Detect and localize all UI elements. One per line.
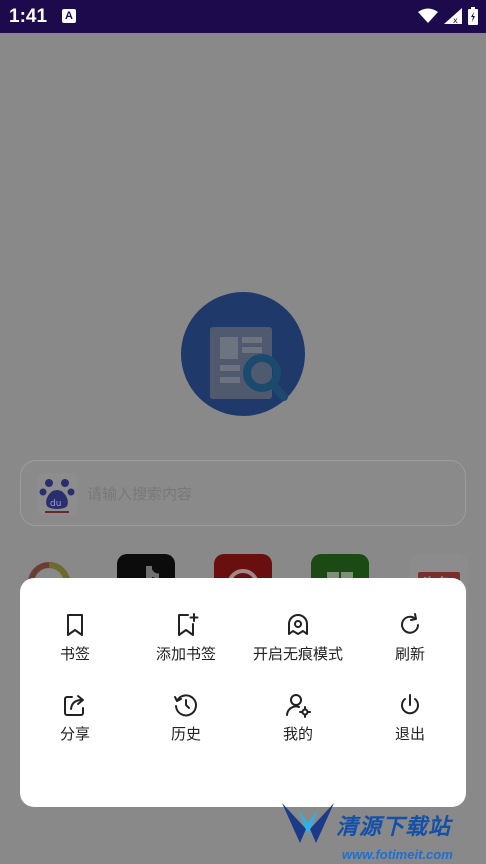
- menu-item-incognito[interactable]: 开启无痕模式: [243, 612, 353, 678]
- search-input[interactable]: 请输入搜索内容: [87, 483, 192, 504]
- menu-label: 分享: [59, 725, 90, 743]
- baidu-icon[interactable]: du: [37, 473, 77, 515]
- wifi-icon: [418, 8, 438, 23]
- menu-label: 刷新: [394, 645, 425, 663]
- power-icon: [401, 694, 419, 715]
- bookmark-add-icon: [178, 613, 199, 636]
- menu-item-mine[interactable]: 我的: [243, 692, 353, 758]
- search-bar[interactable]: du 请输入搜索内容: [20, 460, 466, 526]
- browser-logo-icon: [181, 292, 305, 416]
- menu-label: 添加书签: [155, 645, 216, 663]
- watermark: 清源下载站 www.fotimeit.com: [276, 769, 466, 864]
- menu-item-exit[interactable]: 退出: [355, 692, 465, 758]
- refresh-icon: [401, 613, 419, 634]
- menu-label: 退出: [394, 725, 425, 743]
- menu-label: 开启无痕模式: [252, 645, 343, 663]
- menu-label: 历史: [170, 725, 201, 743]
- status-bar: 1:41 A x: [0, 0, 486, 33]
- user-settings-icon: [286, 694, 311, 718]
- status-time: 1:41: [9, 6, 48, 27]
- share-icon: [64, 695, 84, 716]
- menu-item-share[interactable]: 分享: [20, 692, 130, 758]
- menu-item-add-bookmark[interactable]: 添加书签: [131, 612, 241, 678]
- notification-a-icon: A: [62, 9, 76, 23]
- battery-icon: [468, 7, 478, 25]
- watermark-title: 清源下载站: [336, 815, 452, 840]
- menu-item-history[interactable]: 历史: [131, 692, 241, 758]
- svg-text:du: du: [50, 499, 61, 509]
- status-icons: x: [418, 7, 478, 25]
- menu-label: 书签: [59, 645, 90, 663]
- bookmark-icon: [67, 614, 83, 636]
- watermark-logo-icon: [282, 803, 334, 843]
- menu-item-refresh[interactable]: 刷新: [355, 612, 465, 678]
- menu-label: 我的: [282, 725, 313, 743]
- history-icon: [174, 694, 197, 717]
- watermark-url: www.fotimeit.com: [342, 847, 453, 862]
- svg-text:x: x: [453, 16, 458, 24]
- cell-signal-icon: x: [444, 8, 462, 24]
- menu-item-bookmarks[interactable]: 书签: [20, 612, 130, 678]
- ghost-icon: [288, 614, 308, 635]
